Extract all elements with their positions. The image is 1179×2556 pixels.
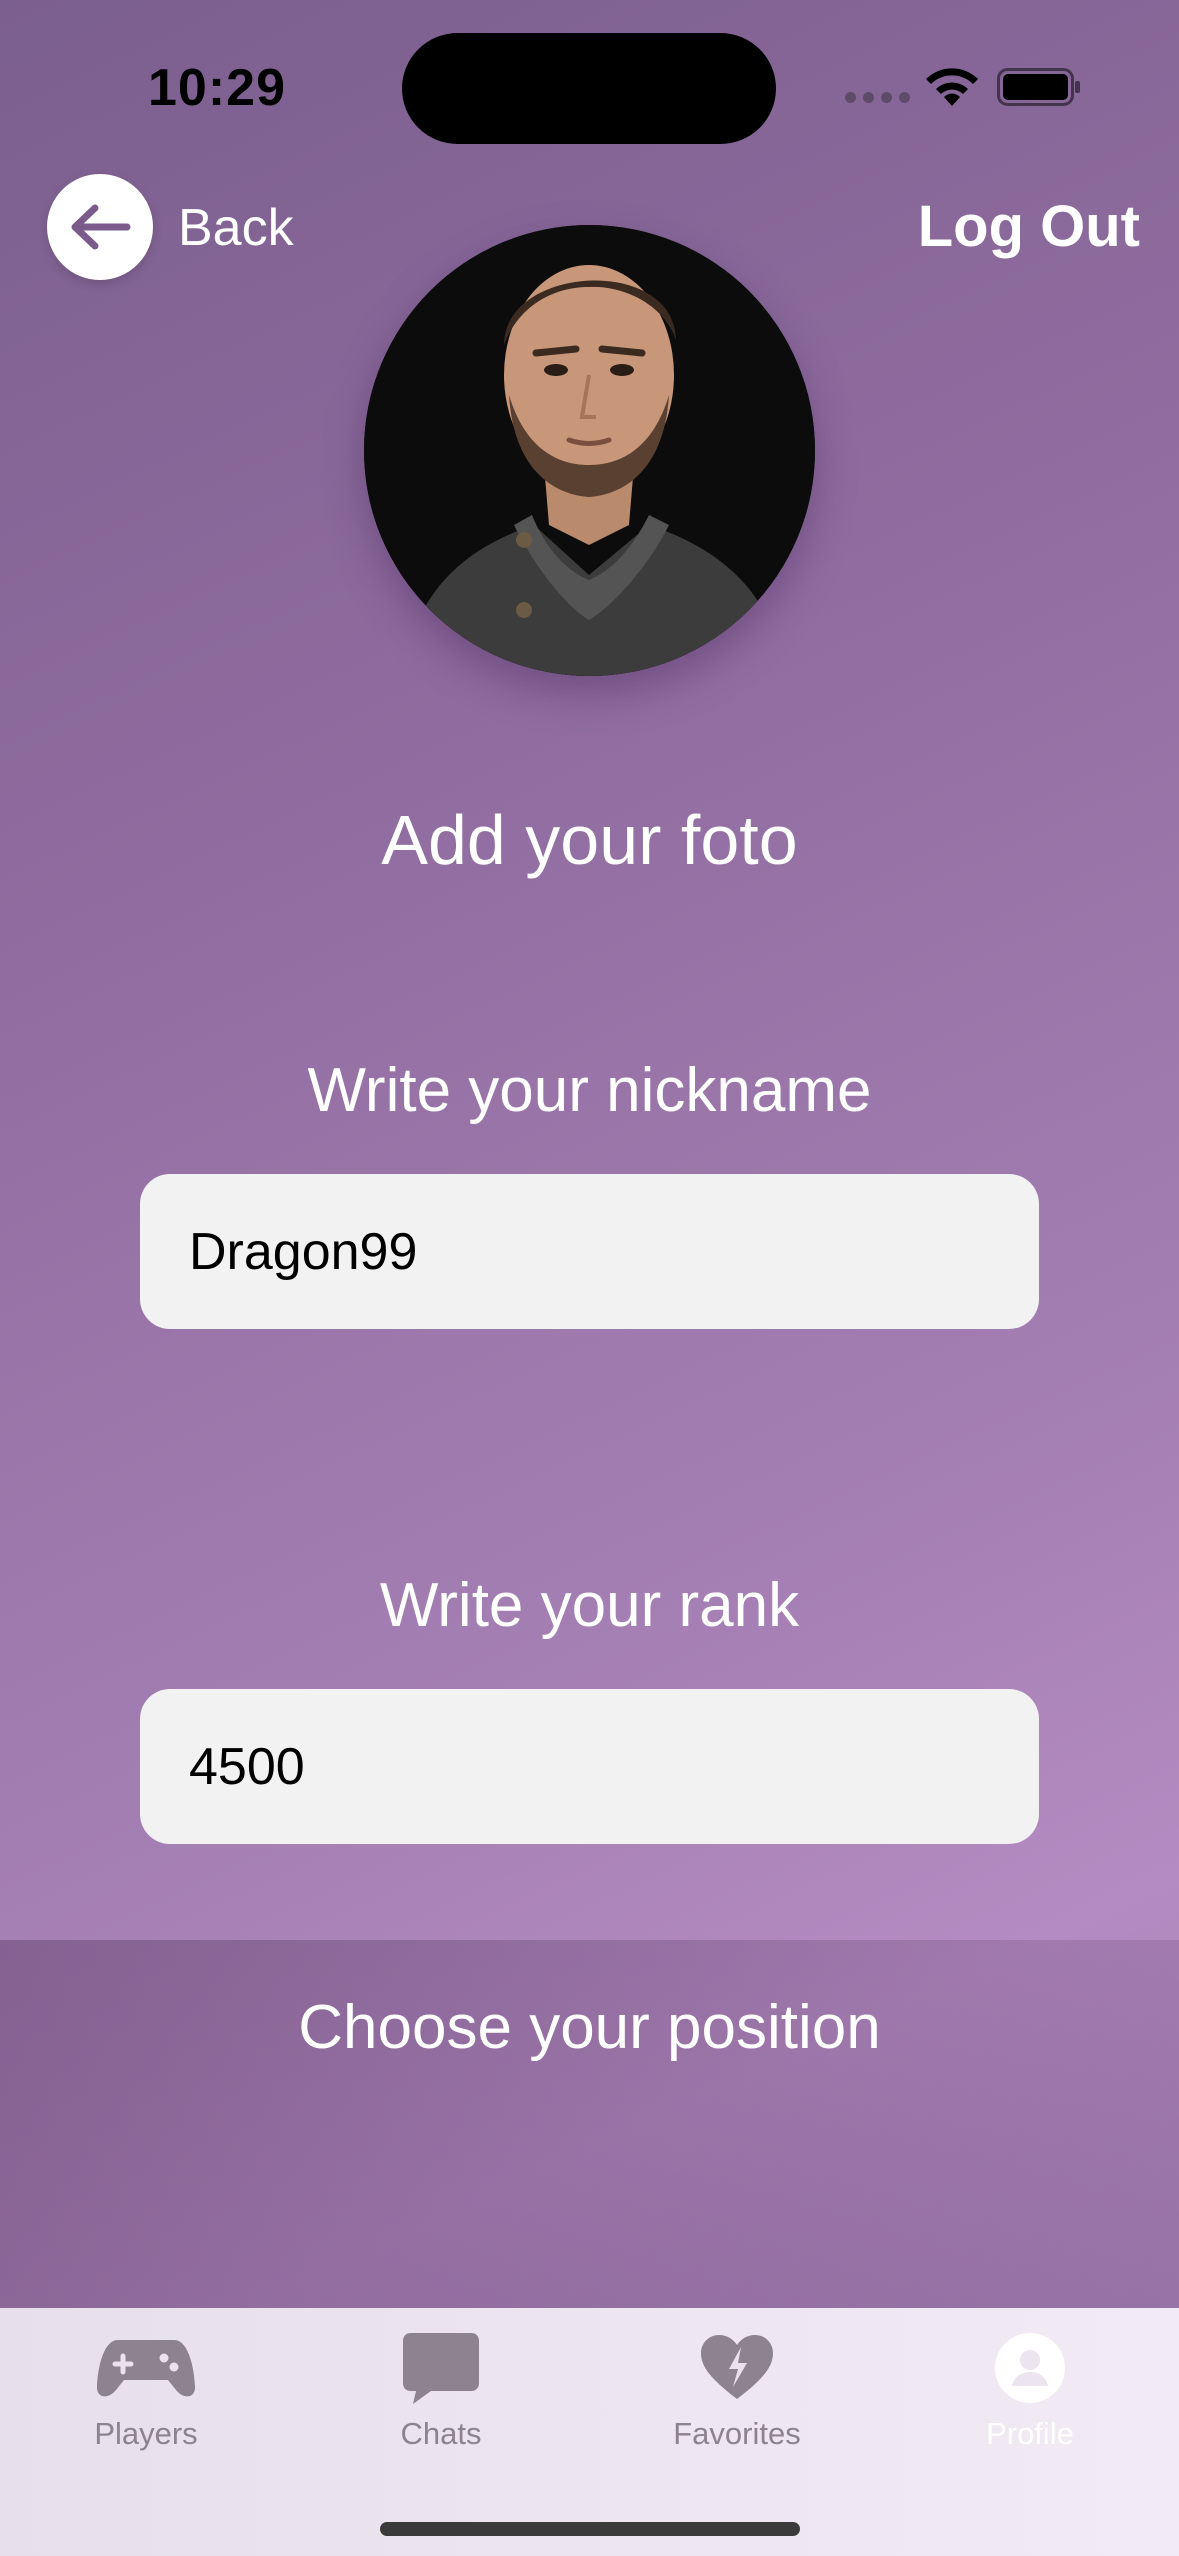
- nickname-label: Write your nickname: [307, 1056, 872, 1125]
- dynamic-island: [402, 33, 776, 144]
- nickname-input[interactable]: [140, 1174, 1039, 1329]
- cellular-signal-icon: [845, 92, 910, 103]
- position-section[interactable]: Choose your position: [0, 1940, 1179, 2308]
- wifi-icon: [926, 68, 978, 106]
- tab-chats[interactable]: Chats: [331, 2308, 551, 2498]
- back-label[interactable]: Back: [178, 198, 294, 258]
- person-icon: [995, 2333, 1065, 2403]
- back-button[interactable]: [47, 174, 153, 280]
- gamepad-icon: [96, 2340, 196, 2397]
- status-time: 10:29: [148, 59, 286, 117]
- rank-label: Write your rank: [379, 1571, 800, 1640]
- tab-favorites[interactable]: Favorites: [627, 2308, 847, 2498]
- home-indicator: [380, 2522, 800, 2536]
- status-bar: 10:29: [0, 0, 1179, 180]
- tab-chats-label: Chats: [400, 2416, 482, 2451]
- heart-bolt-icon: [701, 2335, 773, 2399]
- tab-players[interactable]: Players: [36, 2308, 256, 2498]
- tab-profile-label: Profile: [986, 2416, 1074, 2451]
- tab-profile[interactable]: Profile: [920, 2308, 1140, 2498]
- chat-bubble-icon: [403, 2333, 479, 2404]
- profile-avatar[interactable]: [364, 225, 815, 676]
- tab-favorites-label: Favorites: [673, 2416, 801, 2451]
- logout-button[interactable]: Log Out: [918, 193, 1140, 260]
- rank-input[interactable]: [140, 1689, 1039, 1844]
- tab-players-label: Players: [94, 2416, 198, 2451]
- battery-icon: [997, 68, 1080, 106]
- position-label: Choose your position: [298, 1993, 881, 2062]
- avatar-photo: [364, 225, 815, 676]
- tab-bar: Players Chats Favorites Profile: [0, 2308, 1179, 2556]
- add-photo-label[interactable]: Add your foto: [0, 800, 1179, 880]
- arrow-left-icon: [71, 204, 131, 250]
